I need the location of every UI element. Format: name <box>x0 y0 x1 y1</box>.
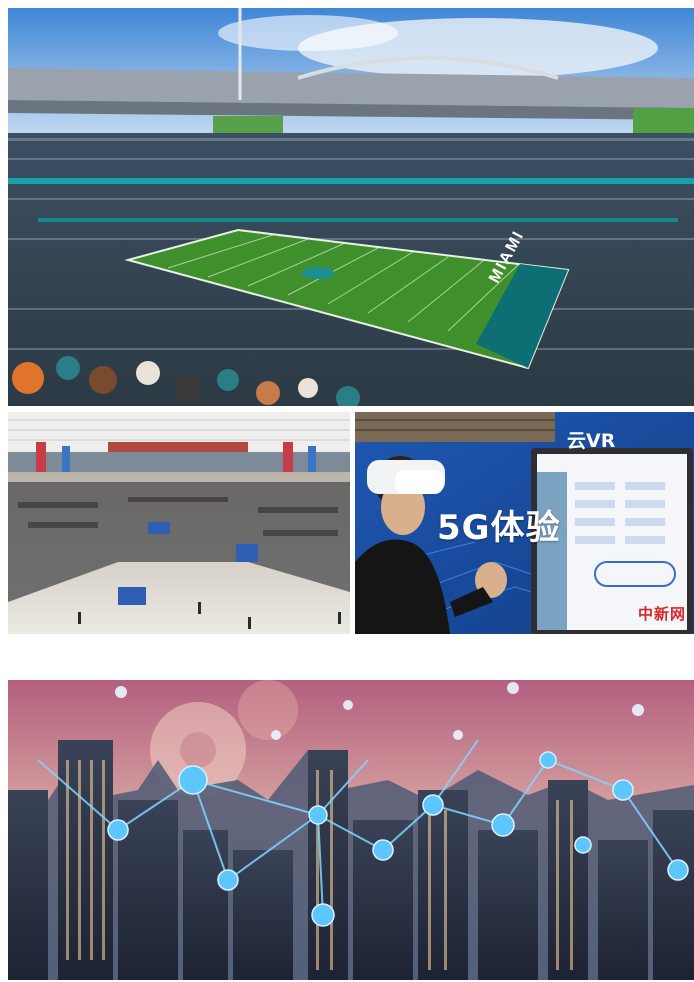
station-illustration <box>8 412 350 634</box>
vr-experience-photo: 5G体验 云VR 中新网 chinanews.com <box>355 412 694 634</box>
chinanews-watermark: 中新网 chinanews.com <box>638 603 686 630</box>
station-photo <box>8 412 350 634</box>
stadium-photo: MIAMI <box>8 8 694 406</box>
cloud-vr-label: 云VR <box>567 430 616 452</box>
smart-city-illustration <box>8 680 694 980</box>
stadium-illustration <box>8 8 694 406</box>
5g-experience-sign: 5G体验 <box>437 508 561 548</box>
smart-city-photo <box>8 680 694 980</box>
watermark-url: chinanews.com <box>641 624 683 630</box>
watermark-logo-text: 中新网 <box>637 605 686 623</box>
